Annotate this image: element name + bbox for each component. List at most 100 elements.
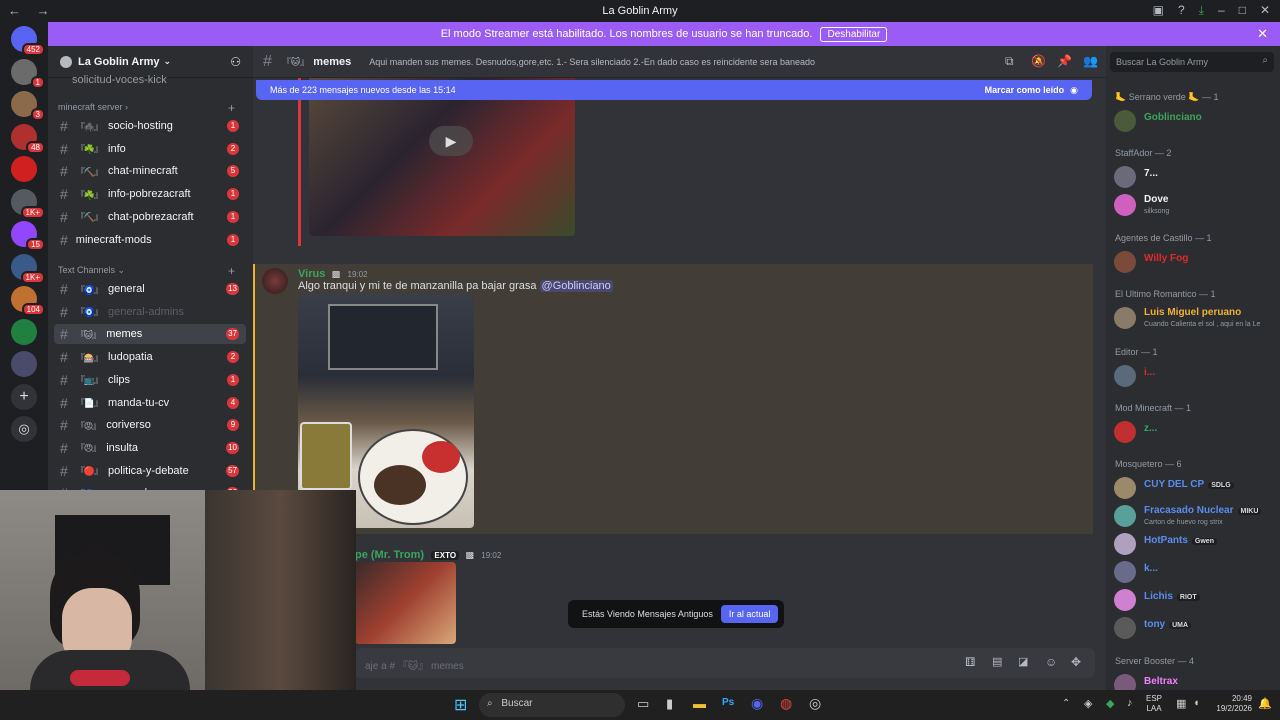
add-channel-icon[interactable]: +: [228, 264, 235, 278]
task-view-icon[interactable]: ▭: [637, 696, 649, 712]
emoji-icon[interactable]: ☺: [1045, 655, 1057, 669]
channel-chat-minecraft[interactable]: # 『⛏️』 chat-minecraft 5: [54, 161, 246, 181]
new-messages-bar[interactable]: Más de 223 mensajes nuevos desde las 15:…: [256, 80, 1092, 100]
server-icon[interactable]: 1K+: [11, 253, 45, 284]
member-item[interactable]: Dove silksong: [1114, 192, 1276, 218]
tray-app-icon[interactable]: ◆: [1106, 697, 1114, 710]
member-item[interactable]: Beltrax: [1114, 672, 1276, 690]
language-indicator[interactable]: ESP LAA: [1146, 694, 1162, 714]
server-icon[interactable]: 452: [11, 26, 45, 56]
file-explorer-icon[interactable]: ▬: [693, 696, 706, 711]
clock-date: 19/2/2026: [1216, 704, 1252, 713]
start-icon[interactable]: ⊞: [454, 695, 467, 715]
gift-icon[interactable]: ⚅: [965, 655, 975, 669]
member-item[interactable]: Fracasado Nuclear MIKU Carton de huevo rog…: [1114, 503, 1276, 529]
member-item[interactable]: CUY DEL CP SDLG: [1114, 475, 1276, 501]
member-item[interactable]: 7...: [1114, 164, 1276, 190]
partial-channel[interactable]: solicitud-voces-kick: [72, 74, 167, 86]
channel-info[interactable]: # 『☘️』 info 2: [54, 139, 246, 159]
add-channel-icon[interactable]: +: [228, 101, 235, 115]
gif-icon[interactable]: ▤: [992, 655, 1002, 668]
member-item[interactable]: i...: [1114, 363, 1276, 389]
jump-to-present-button[interactable]: Ir al actual: [720, 605, 779, 623]
maximize-icon[interactable]: □: [1239, 3, 1246, 18]
photoshop-icon[interactable]: Ps: [722, 697, 734, 708]
channel-clips[interactable]: # 『📺』 clips 1: [54, 370, 246, 390]
member-list-icon[interactable]: 👥: [1083, 54, 1098, 68]
channel-general-admins[interactable]: # 『🧿』 general-admins: [54, 302, 246, 322]
message-composer[interactable]: aje a # 『🐱』 memes ⚅ ▤ ◪ ☺ ✥: [355, 648, 1095, 678]
channel-socio-hosting[interactable]: # 『🕷️』 socio-hosting 1: [54, 116, 246, 136]
minimize-icon[interactable]: –: [1218, 3, 1225, 18]
server-icon[interactable]: 3: [11, 91, 45, 121]
server-icon[interactable]: [11, 156, 37, 182]
message-author[interactable]: Virus: [298, 268, 325, 280]
add-friend-icon[interactable]: ⚇: [230, 55, 241, 69]
pin-icon[interactable]: 📌: [1057, 54, 1072, 68]
close-icon[interactable]: ✕: [1260, 3, 1270, 18]
inbox-icon[interactable]: ▣: [1153, 3, 1164, 18]
message-author[interactable]: pe (Mr. Trom): [355, 549, 424, 561]
search-input[interactable]: Buscar La Goblin Army ⌕: [1110, 52, 1274, 72]
volume-icon[interactable]: ◖: [1193, 697, 1200, 709]
member-item[interactable]: Willy Fog: [1114, 249, 1276, 275]
channel-minecraft-mods[interactable]: # minecraft-mods 1: [54, 230, 246, 250]
banner-close-icon[interactable]: ✕: [1257, 26, 1268, 42]
server-icon[interactable]: 15: [11, 221, 45, 251]
channel-general[interactable]: # 『🧿』 general 13: [54, 279, 246, 299]
image-attachment[interactable]: [355, 562, 456, 644]
avatar[interactable]: [262, 268, 288, 294]
tray-chevron-icon[interactable]: ⌃: [1062, 698, 1070, 709]
channel-info-pobrezacraft[interactable]: # 『☘️』 info-pobrezacraft 1: [54, 184, 246, 204]
channel-manda-tu-cv[interactable]: # 『📄』 manda-tu-cv 4: [54, 393, 246, 413]
mic-tray-icon[interactable]: ♪: [1127, 697, 1133, 709]
composer-placeholder[interactable]: aje a # 『🐱』 memes: [365, 657, 464, 672]
play-icon[interactable]: ▶: [429, 126, 473, 156]
category-minecraft[interactable]: minecraft server › +: [58, 101, 235, 115]
obs-icon[interactable]: ◎: [809, 695, 821, 712]
sticker-icon[interactable]: ◪: [1018, 655, 1028, 668]
server-icon[interactable]: 1K+: [11, 188, 45, 219]
explore-icon[interactable]: ◎: [11, 416, 37, 442]
help-icon[interactable]: ?: [1178, 3, 1185, 18]
apps-icon[interactable]: ✥: [1071, 655, 1081, 669]
category-text-channels[interactable]: Text Channels ⌄ +: [58, 264, 235, 278]
channel-coriverso[interactable]: # 『😡』 coriverso 9: [54, 415, 246, 435]
channel-insulta[interactable]: # 『😠』 insulta 10: [54, 438, 246, 458]
channel-chat-pobrezacraft[interactable]: # 『⛏️』 chat-pobrezacraft 1: [54, 207, 246, 227]
channel-ludopatia[interactable]: # 『🎰』 ludopatia 2: [54, 347, 246, 367]
server-icon[interactable]: [11, 318, 37, 345]
member-item[interactable]: z...: [1114, 419, 1276, 445]
app-icon[interactable]: ▮: [666, 696, 673, 712]
video-thumbnail[interactable]: ▶: [309, 78, 575, 236]
download-icon[interactable]: ⤓: [1199, 3, 1204, 18]
network-icon[interactable]: ▦: [1176, 697, 1186, 710]
mute-icon[interactable]: 🔕: [1031, 54, 1046, 68]
mark-read-icon[interactable]: ◉: [1070, 85, 1078, 96]
user-mention[interactable]: @Goblinciano: [539, 280, 613, 292]
chrome-icon[interactable]: ◍: [780, 695, 792, 712]
disable-streamer-button[interactable]: Deshabilitar: [820, 26, 888, 42]
server-icon[interactable]: [11, 351, 37, 377]
tray-app-icon[interactable]: ◈: [1084, 697, 1092, 710]
member-item[interactable]: k...: [1114, 559, 1276, 585]
server-icon[interactable]: 1: [11, 58, 45, 89]
taskbar-search[interactable]: ⌕ Buscar: [479, 693, 625, 717]
server-icon[interactable]: 104: [11, 286, 45, 316]
channel-topic[interactable]: Aqui manden sus memes. Desnudos,gore,etc…: [369, 57, 819, 67]
add-server-icon[interactable]: +: [11, 384, 37, 410]
channel-politica-y-debate[interactable]: # 『🔴』 politica-y-debate 57: [54, 461, 246, 481]
server-icon[interactable]: 48: [11, 123, 45, 154]
channel-memes[interactable]: # 『🐱』 memes 37: [54, 324, 246, 345]
member-item[interactable]: HotPants Gwen: [1114, 531, 1276, 557]
member-item[interactable]: Goblinciano: [1114, 108, 1276, 134]
clock[interactable]: 20:49 19/2/2026: [1212, 694, 1252, 714]
member-item[interactable]: Lichis RIOT: [1114, 587, 1276, 613]
threads-icon[interactable]: ⧉: [1005, 54, 1014, 69]
member-item[interactable]: Luis Miguel peruano Cuando Calienta el so…: [1114, 305, 1276, 331]
search-icon[interactable]: ⌕: [1262, 55, 1268, 66]
discord-icon[interactable]: ◉: [751, 695, 763, 712]
member-item[interactable]: tony UMA: [1114, 615, 1276, 641]
mark-read-button[interactable]: Marcar como leído: [985, 85, 1065, 95]
notifications-icon[interactable]: 🔔: [1258, 697, 1272, 710]
